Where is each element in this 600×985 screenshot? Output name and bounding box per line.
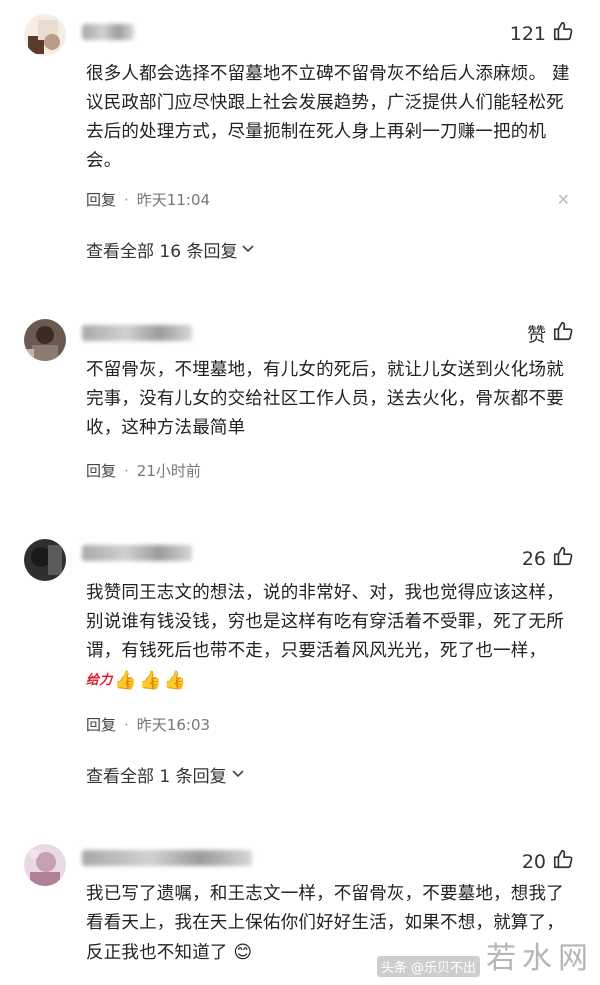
timestamp: 昨天16:03 <box>136 716 211 734</box>
comment-text: 不留骨灰，不埋墓地，有儿女的死后，就让儿女送到火化场就完事，没有儿女的交给社区工… <box>86 360 564 438</box>
timestamp: 昨天11:04 <box>136 191 211 209</box>
view-all-replies-label: 查看全部 16 条回复 <box>86 242 238 262</box>
thumbs-up-emoji-icon: 👍 <box>139 670 162 691</box>
smile-emoji-icon: 😊 <box>233 942 253 963</box>
like-count: 20 <box>521 850 546 873</box>
reply-button[interactable]: 回复 <box>86 714 116 735</box>
like-count: 121 <box>509 22 546 45</box>
avatar[interactable] <box>24 539 66 581</box>
username-redacted[interactable] <box>82 850 252 866</box>
separator-dot: · <box>124 715 129 734</box>
chevron-down-icon <box>231 765 245 785</box>
view-all-replies-label: 查看全部 1 条回复 <box>86 767 227 787</box>
separator-dot: · <box>124 190 129 209</box>
thumbs-up-icon <box>552 545 574 572</box>
thumbs-up-icon <box>552 20 574 47</box>
reply-button[interactable]: 回复 <box>86 460 116 481</box>
comment-item: 26 我赞同王志文的想法，说的非常好、对，我也觉得应该这样，别说谁有钱没钱，穷也… <box>0 525 600 805</box>
view-all-replies[interactable]: 查看全部 16 条回复 <box>86 237 255 262</box>
timestamp: 21小时前 <box>136 462 201 480</box>
comment-meta: 回复 · 21小时前 <box>86 460 201 481</box>
watermark: 头条 @乐贝不出 若水网 <box>376 933 594 977</box>
watermark-logo: 若水网 <box>486 941 594 976</box>
watermark-source: 头条 @乐贝不出 <box>376 956 480 977</box>
thumbs-up-icon <box>552 320 574 347</box>
like-count: 26 <box>521 547 546 570</box>
avatar[interactable] <box>24 319 66 361</box>
comment-item: 赞 不留骨灰，不埋墓地，有儿女的死后，就让儿女送到火化场就完事，没有儿女的交给社… <box>0 300 600 500</box>
comment-meta: 回复 · 昨天11:04 <box>86 189 210 210</box>
avatar[interactable] <box>24 14 66 56</box>
thumbs-up-icon <box>552 848 574 875</box>
thumbs-up-emoji-icon: 👍 <box>114 670 138 691</box>
reply-button[interactable]: 回复 <box>86 189 116 210</box>
username-redacted[interactable] <box>82 24 134 40</box>
comment-item: 121 很多人都会选择不留墓地不立碑不留骨灰不给后人添麻烦。 建议民政部门应尽快… <box>0 0 600 280</box>
comment-text: 很多人都会选择不留墓地不立碑不留骨灰不给后人添麻烦。 建议民政部门应尽快跟上社会… <box>86 64 570 171</box>
like-button[interactable]: 赞 <box>527 320 574 347</box>
view-all-replies[interactable]: 查看全部 1 条回复 <box>86 762 245 787</box>
chevron-down-icon <box>241 240 255 260</box>
close-icon[interactable]: ✕ <box>557 190 570 209</box>
like-button[interactable]: 26 <box>522 545 574 572</box>
comment-text-body: 我赞同王志文的想法，说的非常好、对，我也觉得应该这样，别说谁有钱没钱，穷也是这样… <box>86 583 564 661</box>
thumbs-up-emoji-icon: 👍 <box>163 670 187 691</box>
username-redacted[interactable] <box>82 325 192 341</box>
like-button[interactable]: 121 <box>510 20 574 47</box>
avatar[interactable] <box>24 844 66 886</box>
comment-text: 我赞同王志文的想法，说的非常好、对，我也觉得应该这样，别说谁有钱没钱，穷也是这样… <box>86 579 576 696</box>
like-button[interactable]: 20 <box>522 848 574 875</box>
sticker-row: 给力 👍 👍 👍 <box>86 666 186 695</box>
separator-dot: · <box>124 461 129 480</box>
comment-meta: 回复 · 昨天16:03 <box>86 714 210 735</box>
like-label: 赞 <box>526 324 546 346</box>
username-redacted[interactable] <box>82 545 192 561</box>
sticker-geili: 给力 <box>86 673 113 688</box>
